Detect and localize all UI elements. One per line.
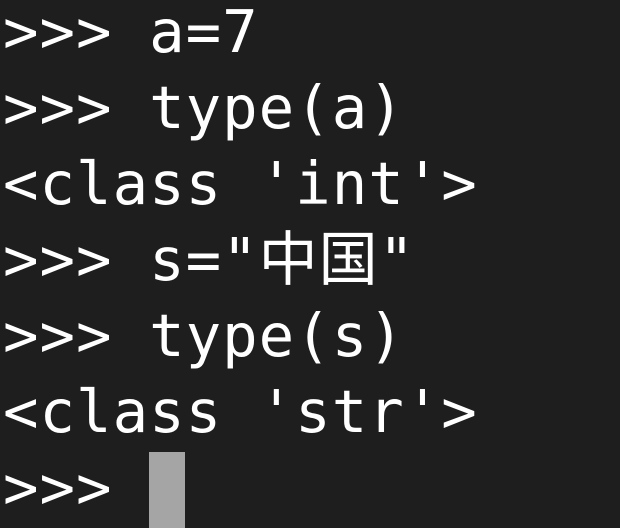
repl-prompt: >>> (3, 301, 113, 370)
repl-output-text: <class 'str'> (3, 377, 478, 446)
repl-input-text (113, 453, 150, 522)
repl-input-line: >>> type(s) (3, 298, 620, 374)
repl-input-text: type(s) (112, 301, 405, 370)
python-repl-terminal[interactable]: >>> a=7 >>> type(a) <class 'int'> >>> s=… (0, 0, 620, 528)
repl-input-text: type(a) (112, 73, 405, 142)
repl-prompt: >>> (3, 225, 113, 294)
repl-active-line[interactable]: >>> (3, 450, 620, 528)
repl-output-line: <class 'int'> (3, 146, 620, 222)
repl-prompt: >>> (3, 73, 113, 142)
repl-input-line: >>> type(a) (3, 70, 620, 146)
repl-input-text: a=7 (112, 0, 259, 66)
repl-input-line: >>> a=7 (3, 0, 620, 70)
repl-output-line: <class 'str'> (3, 374, 620, 450)
repl-input-line: >>> s="中国" (3, 222, 620, 298)
repl-prompt: >>> (3, 453, 113, 522)
repl-input-text: s="中国" (112, 225, 416, 294)
text-cursor (149, 452, 186, 528)
repl-prompt: >>> (3, 0, 113, 66)
repl-output-text: <class 'int'> (3, 149, 478, 218)
